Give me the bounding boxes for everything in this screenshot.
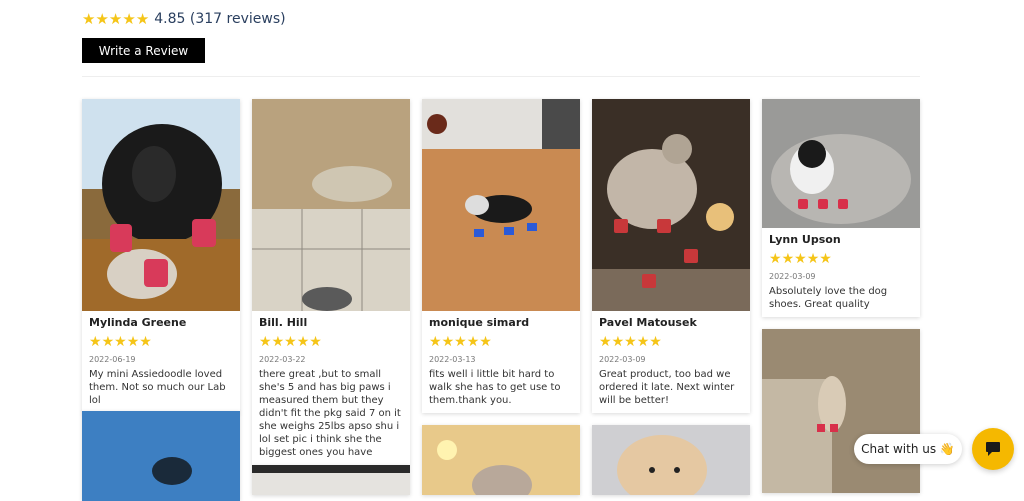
review-stars: ★ ★ ★ ★ ★: [599, 335, 662, 349]
rating-summary: ★ ★ ★ ★ ★ 4.85 (317 reviews): [82, 11, 286, 27]
review-text: My mini Assiedoodle loved them. Not so m…: [89, 369, 226, 406]
review-card[interactable]: monique simard ★ ★ ★ ★ ★ 2022-03-13 fits wel…: [422, 99, 580, 413]
review-photo[interactable]: [252, 465, 410, 495]
star-icon: ★: [309, 334, 322, 350]
review-photo[interactable]: [82, 99, 240, 311]
star-icon: ★: [769, 251, 782, 267]
star-icon: ★: [114, 334, 127, 350]
review-date: 2022-03-13: [429, 355, 476, 364]
star-icon: ★: [781, 251, 795, 267]
star-icon: ★: [636, 334, 650, 350]
review-card[interactable]: [252, 465, 410, 495]
review-stars: ★ ★ ★ ★ ★: [89, 335, 152, 349]
review-photo[interactable]: [592, 99, 750, 311]
review-stars: ★ ★ ★ ★ ★: [769, 252, 832, 266]
star-icon: ★: [135, 10, 150, 28]
chat-bubble-icon: [986, 442, 1000, 456]
rating-stars: ★ ★ ★ ★ ★: [82, 11, 149, 27]
star-icon: ★: [454, 334, 467, 350]
review-author: Mylinda Greene: [89, 316, 187, 329]
review-stars: ★ ★ ★ ★ ★: [259, 335, 322, 349]
star-icon: ★: [611, 334, 625, 350]
review-card[interactable]: [762, 329, 920, 493]
star-icon: ★: [649, 334, 662, 350]
review-card[interactable]: [82, 411, 240, 501]
star-icon: ★: [271, 334, 285, 350]
star-icon: ★: [122, 10, 136, 28]
chat-with-us-button[interactable]: Chat with us 👋: [854, 434, 962, 464]
star-icon: ★: [296, 334, 310, 350]
review-text: fits well i little bit hard to walk she …: [429, 369, 561, 406]
star-icon: ★: [794, 251, 807, 267]
review-text: Absolutely love the dog shoes. Great qua…: [769, 286, 888, 310]
review-date: 2022-03-09: [599, 355, 646, 364]
star-icon: ★: [108, 10, 123, 28]
star-icon: ★: [101, 334, 115, 350]
star-icon: ★: [259, 334, 272, 350]
star-icon: ★: [479, 334, 492, 350]
review-author: Pavel Matousek: [599, 316, 697, 329]
review-photo[interactable]: [252, 99, 410, 311]
review-text: there great ,but to small she's 5 and ha…: [259, 369, 401, 458]
review-photo[interactable]: [762, 329, 920, 493]
review-author: monique simard: [429, 316, 530, 329]
divider: [82, 76, 920, 77]
star-icon: ★: [466, 334, 480, 350]
review-card[interactable]: Pavel Matousek ★ ★ ★ ★ ★ 2022-03-09 Great pr…: [592, 99, 750, 413]
review-photo[interactable]: [82, 411, 240, 501]
review-photo[interactable]: [422, 425, 580, 495]
star-icon: ★: [806, 251, 820, 267]
review-card[interactable]: Lynn Upson ★ ★ ★ ★ ★ 2022-03-09 Absolutely l…: [762, 99, 920, 317]
star-icon: ★: [126, 334, 140, 350]
star-icon: ★: [599, 334, 612, 350]
review-author: Bill. Hill: [259, 316, 308, 329]
star-icon: ★: [819, 251, 832, 267]
review-photo[interactable]: [762, 99, 920, 228]
star-icon: ★: [284, 334, 297, 350]
star-icon: ★: [624, 334, 637, 350]
star-icon: ★: [429, 334, 442, 350]
star-icon: ★: [441, 334, 455, 350]
review-date: 2022-06-19: [89, 355, 136, 364]
star-icon: ★: [89, 334, 102, 350]
review-card[interactable]: [592, 425, 750, 495]
star-icon: ★: [139, 334, 152, 350]
star-icon: ★: [95, 10, 109, 28]
review-author: Lynn Upson: [769, 233, 841, 246]
review-stars: ★ ★ ★ ★ ★: [429, 335, 492, 349]
review-card[interactable]: Mylinda Greene ★ ★ ★ ★ ★ 2022-06-19 My mini …: [82, 99, 240, 413]
review-date: 2022-03-09: [769, 272, 816, 281]
chat-launcher-button[interactable]: [972, 428, 1014, 470]
review-card[interactable]: Bill. Hill ★ ★ ★ ★ ★ 2022-03-22 there great …: [252, 99, 410, 465]
star-icon: ★: [82, 10, 96, 28]
write-review-button[interactable]: Write a Review: [82, 38, 205, 63]
review-photo[interactable]: [422, 99, 580, 311]
review-card[interactable]: [422, 425, 580, 495]
rating-text: 4.85 (317 reviews): [154, 11, 286, 27]
review-date: 2022-03-22: [259, 355, 306, 364]
review-photo[interactable]: [592, 425, 750, 495]
review-text: Great product, too bad we ordered it lat…: [599, 369, 735, 406]
